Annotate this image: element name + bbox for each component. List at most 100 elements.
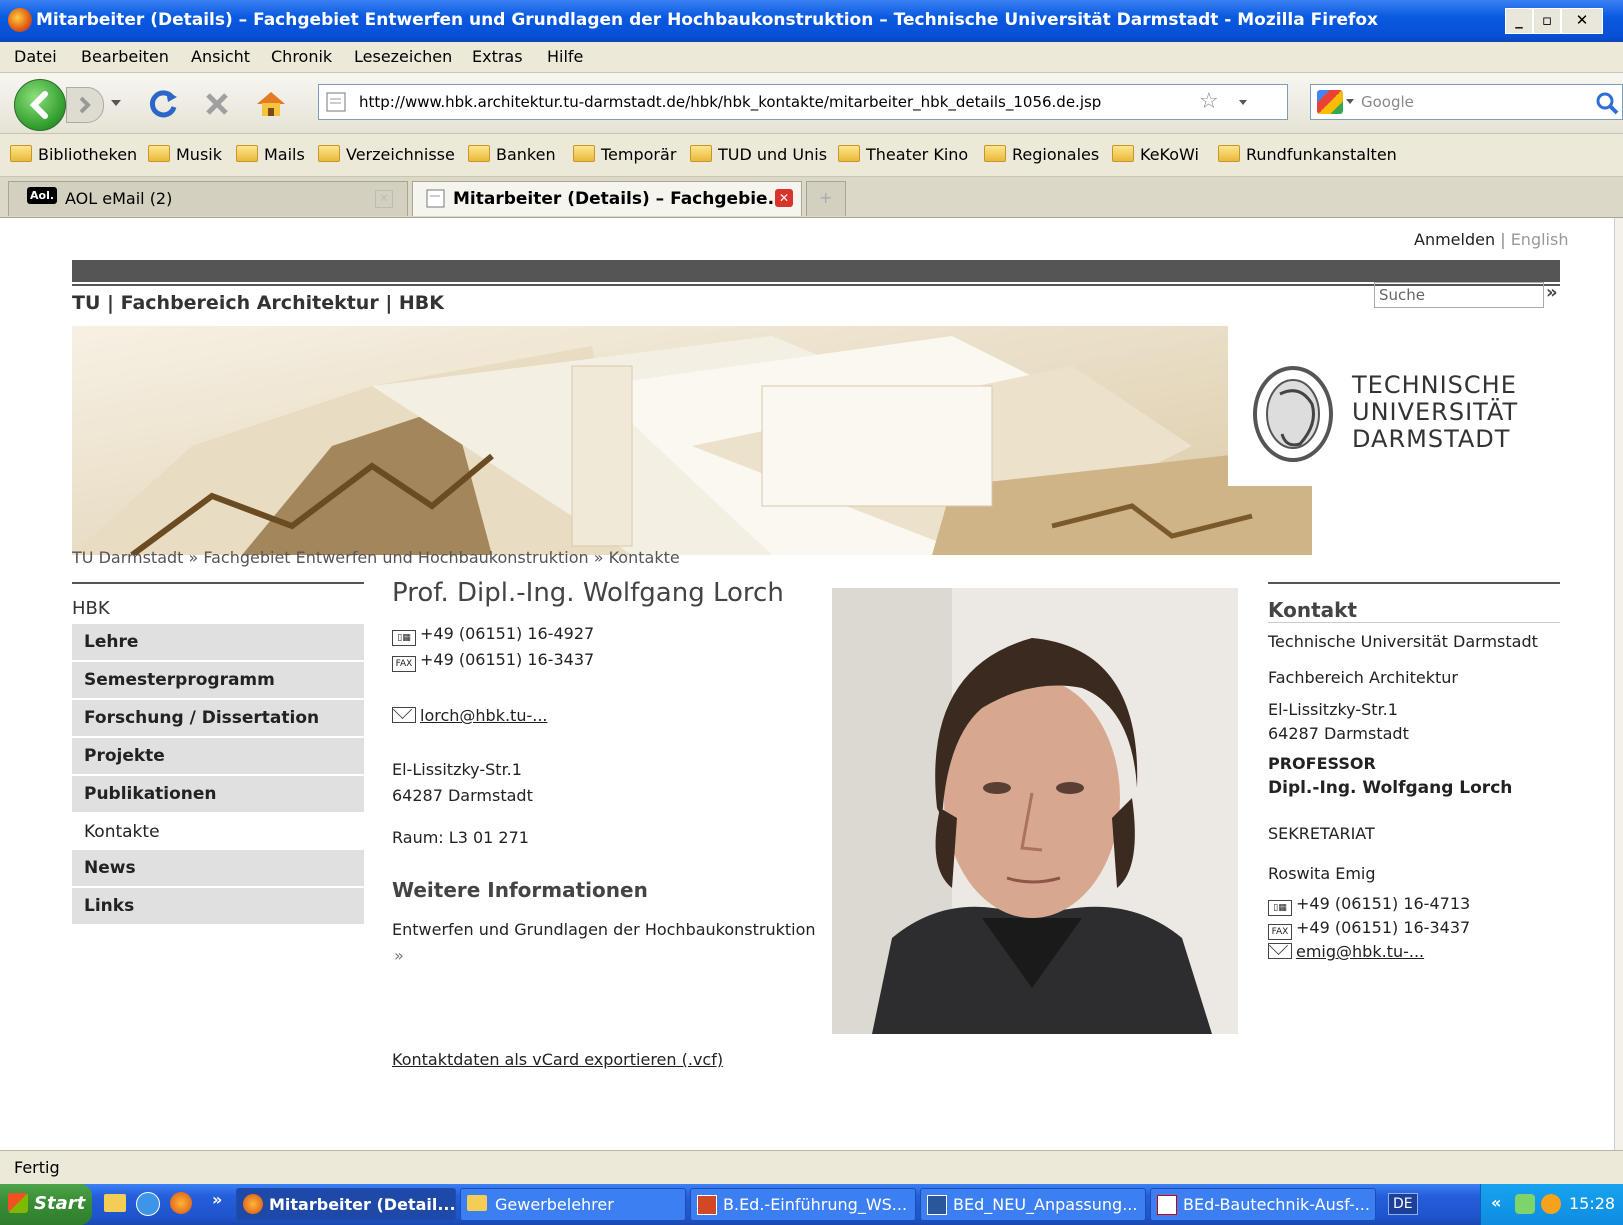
bookmark-folder[interactable]: Regionales [984,145,1099,164]
quicklaunch-more[interactable]: » [212,1190,222,1209]
tab-aol-email[interactable]: Aol. AOL eMail (2) ✕ [8,181,408,216]
person-phone: ▯▦ +49 (06151) 16-4927 [392,624,594,646]
person-email[interactable]: lorch@hbk.tu-... [392,706,548,725]
ie-icon[interactable] [136,1192,160,1216]
window-title-bar[interactable]: Mitarbeiter (Details) – Fachgebiet Entwe… [0,0,1623,42]
kontakt-uni: Technische Universität Darmstadt [1268,632,1538,651]
task-firefox[interactable]: Mitarbeiter (Detail... [236,1188,456,1221]
menu-bearbeiten[interactable]: Bearbeiten [81,47,169,66]
clock[interactable]: 15:28 [1569,1194,1615,1213]
athena-logo-icon [1253,366,1333,462]
bookmark-folder[interactable]: TUD und Unis [690,145,827,164]
task-bed-neu[interactable]: BEd_NEU_Anpassung... [920,1188,1146,1221]
breadcrumb[interactable]: TU Darmstadt » Fachgebiet Entwerfen und … [72,548,680,567]
url-dropdown-icon[interactable] [1237,97,1249,109]
vertical-scrollbar[interactable] [1614,218,1623,1150]
sidebar-item-forschung[interactable]: Forschung / Dissertation [72,700,364,736]
explorer-icon[interactable] [104,1194,126,1212]
bookmark-folder[interactable]: Rundfunkanstalten [1218,145,1397,164]
search-engine-dropdown-icon[interactable] [1345,97,1355,107]
sidebar-item-news[interactable]: News [72,850,364,886]
address-bar[interactable]: http://www.hbk.architektur.tu-darmstadt.… [318,84,1288,120]
bookmark-folder[interactable]: Verzeichnisse [318,145,455,164]
bookmark-folder[interactable]: Musik [148,145,222,164]
bookmark-folder[interactable]: Temporär [573,145,676,164]
task-bed-einfuehrung[interactable]: B.Ed.-Einführung_WS... [690,1188,916,1221]
update-icon[interactable] [1541,1194,1561,1214]
english-link[interactable]: English [1511,230,1569,249]
more-info-heading: Weitere Informationen [392,878,648,902]
sidebar-item-publikationen[interactable]: Publikationen [72,776,364,812]
more-info-link[interactable]: » [394,946,404,965]
bookmark-star-icon[interactable]: ☆ [1199,89,1219,114]
home-icon[interactable] [254,87,288,121]
maximize-button[interactable]: ▫ [1533,8,1561,34]
forward-button[interactable] [66,87,104,123]
folder-icon [1112,145,1134,162]
site-search-button[interactable]: » [1546,282,1558,303]
sidebar-item-links[interactable]: Links [72,888,364,924]
menu-lesezeichen[interactable]: Lesezeichen [354,47,452,66]
search-engine-icon[interactable] [1317,90,1343,114]
menu-ansicht[interactable]: Ansicht [191,47,250,66]
system-tray: « 15:28 [1480,1184,1623,1225]
new-tab-button[interactable]: + [806,181,846,216]
menu-datei[interactable]: Datei [14,47,57,66]
sidebar-item-kontakte[interactable]: Kontakte [72,814,364,850]
bookmark-folder[interactable]: KeKoWi [1112,145,1199,164]
vcard-export-link[interactable]: Kontaktdaten als vCard exportieren (.vcf… [392,1050,723,1069]
site-search-input[interactable]: Suche [1374,282,1544,308]
kontakt-fb: Fachbereich Architektur [1268,668,1458,687]
kontakt-sek-name: Roswita Emig [1268,864,1376,883]
menu-hilfe[interactable]: Hilfe [547,47,583,66]
tab-close-icon[interactable]: ✕ [375,190,393,208]
person-photo [832,588,1238,1034]
close-button[interactable]: ✕ [1561,8,1603,34]
task-bed-bautechnik[interactable]: BEd-Bautechnik-Ausf-... [1150,1188,1376,1221]
start-button[interactable]: Start [0,1184,92,1225]
back-button[interactable] [14,79,66,131]
magnifier-icon[interactable] [1595,91,1619,115]
person-street: El-Lissitzky-Str.1 [392,760,522,779]
minimize-button[interactable]: _ [1505,8,1533,34]
login-link[interactable]: Anmelden [1414,230,1495,249]
firefox-quicklaunch-icon[interactable] [170,1192,192,1214]
menu-extras[interactable]: Extras [472,47,523,66]
kontakt-prof-name: Dipl.-Ing. Wolfgang Lorch [1268,778,1513,798]
hbk-link[interactable]: HBK [399,292,444,314]
sidebar-rule [72,582,364,584]
sidebar-item-lehre[interactable]: Lehre [72,624,364,660]
firefox-icon [8,8,32,32]
header-rule [72,284,1560,286]
aol-icon: Aol. [27,187,58,204]
kontakt-sek-email[interactable]: emig@hbk.tu-... [1268,942,1424,961]
folder-icon [468,145,490,162]
bookmark-folder[interactable]: Bibliotheken [10,145,137,164]
sidebar-item-semesterprogramm[interactable]: Semesterprogramm [72,662,364,698]
bookmark-folder[interactable]: Banken [468,145,556,164]
folder-icon [467,1195,487,1211]
language-indicator[interactable]: DE [1388,1193,1418,1215]
tu-link[interactable]: TU [72,292,100,314]
web-search-box[interactable]: Google [1310,84,1623,120]
person-city: 64287 Darmstadt [392,786,533,805]
windows-logo-icon [8,1193,28,1213]
tab-mitarbeiter-details[interactable]: Mitarbeiter (Details) – Fachgebie... ✕ [412,181,802,216]
windows-taskbar: Start » Mitarbeiter (Detail... Gewerbele… [0,1184,1623,1225]
tray-expand-button[interactable]: « [1491,1193,1501,1212]
history-dropdown-icon[interactable] [108,95,124,111]
menu-bar: Datei Bearbeiten Ansicht Chronik Lesezei… [0,42,1623,73]
envelope-icon [392,707,416,723]
bookmarks-toolbar: Bibliotheken Musik Mails Verzeichnisse B… [0,134,1623,177]
tab-close-icon[interactable]: ✕ [775,189,793,207]
sidebar-item-projekte[interactable]: Projekte [72,738,364,774]
stop-icon[interactable] [200,87,234,121]
plus-icon: + [819,188,833,207]
reload-icon[interactable] [146,87,180,121]
menu-chronik[interactable]: Chronik [271,47,332,66]
bookmark-folder[interactable]: Mails [236,145,305,164]
network-icon[interactable] [1515,1194,1535,1214]
fb-link[interactable]: Fachbereich Architektur [121,292,379,314]
bookmark-folder[interactable]: Theater Kino [838,145,968,164]
task-gewerbelehrer[interactable]: Gewerbelehrer [460,1188,686,1221]
